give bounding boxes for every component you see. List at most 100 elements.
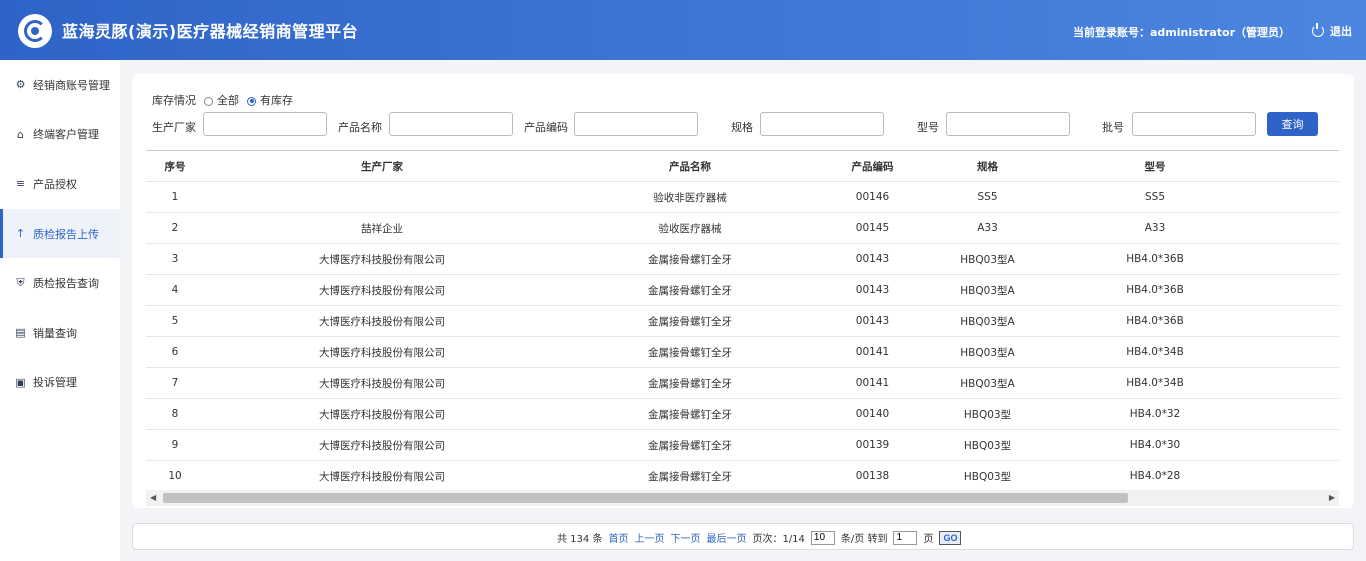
manufacturer-input[interactable] xyxy=(203,112,327,136)
upload-icon: ↑ xyxy=(15,227,26,241)
table-cell: HBQ03型A xyxy=(925,336,1050,368)
page-indicator: 页次：1/14 xyxy=(752,534,805,545)
stock-label: 库存情况 xyxy=(152,94,196,107)
sidebar-item-sales-query[interactable]: ▤ 销量查询 xyxy=(0,308,120,358)
table-cell: 140 xyxy=(1260,460,1339,492)
col-header-manufacturer[interactable]: 生产厂家 xyxy=(204,150,560,182)
user-cog-icon: ⚙ xyxy=(15,78,26,92)
main-panel: 库存情况 全部 有库存 生产厂家 产品名称 产品编码 规格 型号 批号 查询 序… xyxy=(132,74,1354,508)
table-cell: 5 xyxy=(146,305,204,337)
product-code-input[interactable] xyxy=(574,112,698,136)
sidebar-item-dealer-accounts[interactable]: ⚙ 经销商账号管理 xyxy=(0,60,120,110)
col-header-model[interactable]: 型号 xyxy=(1050,150,1260,182)
radio-all[interactable] xyxy=(204,96,213,106)
go-button[interactable]: GO xyxy=(939,530,962,545)
table-row[interactable]: 10 大博医疗科技股份有限公司 金属接骨螺钉全牙 00138 HBQ03型 HB4.0*2… xyxy=(146,460,1339,492)
total-count: 共 134 条 xyxy=(557,534,603,545)
table-cell: 10 xyxy=(146,460,204,492)
table-cell: 大博医疗科技股份有限公司 xyxy=(204,274,560,306)
table-cell: HBQ03型 xyxy=(925,398,1050,430)
table-cell: 00145 xyxy=(820,212,925,244)
product-code-label: 产品编码 xyxy=(524,121,568,134)
table-header-row: 序号 生产厂家 产品名称 产品编码 规格 型号 xyxy=(146,150,1339,182)
table-cell xyxy=(1260,181,1339,213)
table-cell: HBQ03型A xyxy=(925,274,1050,306)
table-cell: HB4.0*28 xyxy=(1050,460,1260,492)
table-cell: 大博医疗科技股份有限公司 xyxy=(204,398,560,430)
page-suffix-label: 页 xyxy=(923,534,934,545)
batch-label: 批号 xyxy=(1102,121,1124,134)
table-cell: HBQ03型A xyxy=(925,367,1050,399)
query-button[interactable]: 查询 xyxy=(1267,112,1318,136)
sidebar-item-complaints[interactable]: ▣ 投诉管理 xyxy=(0,358,120,408)
table-cell: 2 xyxy=(146,212,204,244)
table-cell: 140 xyxy=(1260,367,1339,399)
table-row[interactable]: 5 大博医疗科技股份有限公司 金属接骨螺钉全牙 00143 HBQ03型A HB4.0*3… xyxy=(146,305,1339,337)
table-row[interactable]: 7 大博医疗科技股份有限公司 金属接骨螺钉全牙 00141 HBQ03型A HB4.0*3… xyxy=(146,367,1339,399)
sidebar-item-label: 质检报告查询 xyxy=(33,277,99,291)
table-cell: 00140 xyxy=(820,398,925,430)
spec-input[interactable] xyxy=(760,112,884,136)
message-icon: ▣ xyxy=(15,375,26,389)
col-header-extra[interactable] xyxy=(1260,150,1339,182)
radio-all-label: 全部 xyxy=(217,94,239,107)
sidebar-item-label: 终端客户管理 xyxy=(33,128,99,142)
sidebar-item-label: 销量查询 xyxy=(33,326,77,340)
scroll-thumb[interactable] xyxy=(163,493,1128,503)
table-cell: 金属接骨螺钉全牙 xyxy=(560,429,820,461)
last-page-link[interactable]: 最后一页 xyxy=(706,530,746,545)
pagination-bar: 共 134 条 首页 上一页 下一页 最后一页 页次：1/14 条/页 转到 页… xyxy=(132,523,1354,550)
table-row[interactable]: 1 验收非医疗器械 00146 SS5 SS5 xyxy=(146,181,1339,213)
table-row[interactable]: 4 大博医疗科技股份有限公司 金属接骨螺钉全牙 00143 HBQ03型A HB4.0*3… xyxy=(146,274,1339,306)
table-cell: 1 xyxy=(146,181,204,213)
first-page-link[interactable]: 首页 xyxy=(608,530,628,545)
table-cell: HBQ03型A xyxy=(925,305,1050,337)
logout-label: 退出 xyxy=(1330,25,1352,38)
table-cell: 7 xyxy=(146,367,204,399)
table-cell: 20 xyxy=(1260,212,1339,244)
sidebar-item-qc-report-upload[interactable]: ↑ 质检报告上传 xyxy=(0,208,120,259)
table-cell: HBQ03型 xyxy=(925,460,1050,492)
logout-button[interactable]: 退出 xyxy=(1312,23,1352,39)
results-table: 序号 生产厂家 产品名称 产品编码 规格 型号 1 验收非医疗器械 00146 SS5… xyxy=(146,150,1339,492)
table-cell: 大博医疗科技股份有限公司 xyxy=(204,243,560,275)
next-page-link[interactable]: 下一页 xyxy=(670,530,700,545)
horizontal-scrollbar[interactable]: ◀ ▶ xyxy=(146,490,1339,506)
table-row[interactable]: 6 大博医疗科技股份有限公司 金属接骨螺钉全牙 00141 HBQ03型A HB4.0*3… xyxy=(146,336,1339,368)
prev-page-link[interactable]: 上一页 xyxy=(634,530,664,545)
table-cell: 140 xyxy=(1260,398,1339,430)
current-user-info: 当前登录账号：administrator（管理员） xyxy=(1072,26,1290,39)
product-name-label: 产品名称 xyxy=(338,121,382,134)
table-cell: 140 xyxy=(1260,274,1339,306)
page-size-input[interactable] xyxy=(810,530,835,545)
table-cell: 4 xyxy=(146,274,204,306)
table-row[interactable]: 9 大博医疗科技股份有限公司 金属接骨螺钉全牙 00139 HBQ03型 HB4.0*30… xyxy=(146,429,1339,461)
table-row[interactable]: 2喆祥企业验收医疗器械00145A33A3320 xyxy=(146,212,1339,244)
radio-in-stock[interactable] xyxy=(247,96,256,106)
col-header-index[interactable]: 序号 xyxy=(146,150,204,182)
table-cell: 00143 xyxy=(820,305,925,337)
table-cell: 喆祥企业 xyxy=(204,212,560,244)
sidebar-item-terminal-customers[interactable]: ⌂ 终端客户管理 xyxy=(0,110,120,160)
col-header-product-code[interactable]: 产品编码 xyxy=(820,150,925,182)
radio-in-stock-label: 有库存 xyxy=(260,94,293,107)
table-cell: 140 xyxy=(1260,336,1339,368)
table-row[interactable]: 8 大博医疗科技股份有限公司 金属接骨螺钉全牙 00140 HBQ03型 HB4.0*32… xyxy=(146,398,1339,430)
col-header-spec[interactable]: 规格 xyxy=(925,150,1050,182)
col-header-product-name[interactable]: 产品名称 xyxy=(560,150,820,182)
sidebar-item-qc-report-query[interactable]: ⛨ 质检报告查询 xyxy=(0,258,120,308)
scroll-left-arrow-icon[interactable]: ◀ xyxy=(150,493,156,502)
table-row[interactable]: 3 大博医疗科技股份有限公司 金属接骨螺钉全牙 00143 HBQ03型A HB4.0*3… xyxy=(146,243,1339,275)
batch-input[interactable] xyxy=(1132,112,1256,136)
product-name-input[interactable] xyxy=(389,112,513,136)
sidebar-item-product-authorization[interactable]: ≡ 产品授权 xyxy=(0,159,120,209)
model-input[interactable] xyxy=(946,112,1070,136)
scroll-right-arrow-icon[interactable]: ▶ xyxy=(1329,493,1335,502)
table-cell: 金属接骨螺钉全牙 xyxy=(560,398,820,430)
table-cell: A33 xyxy=(1050,212,1260,244)
table-cell: 金属接骨螺钉全牙 xyxy=(560,336,820,368)
goto-page-input[interactable] xyxy=(893,530,918,545)
sidebar: ⚙ 经销商账号管理 ⌂ 终端客户管理 ≡ 产品授权 ↑ 质检报告上传 ⛨ 质检报… xyxy=(0,60,120,561)
spec-label: 规格 xyxy=(731,121,753,134)
table-cell: 6 xyxy=(146,336,204,368)
